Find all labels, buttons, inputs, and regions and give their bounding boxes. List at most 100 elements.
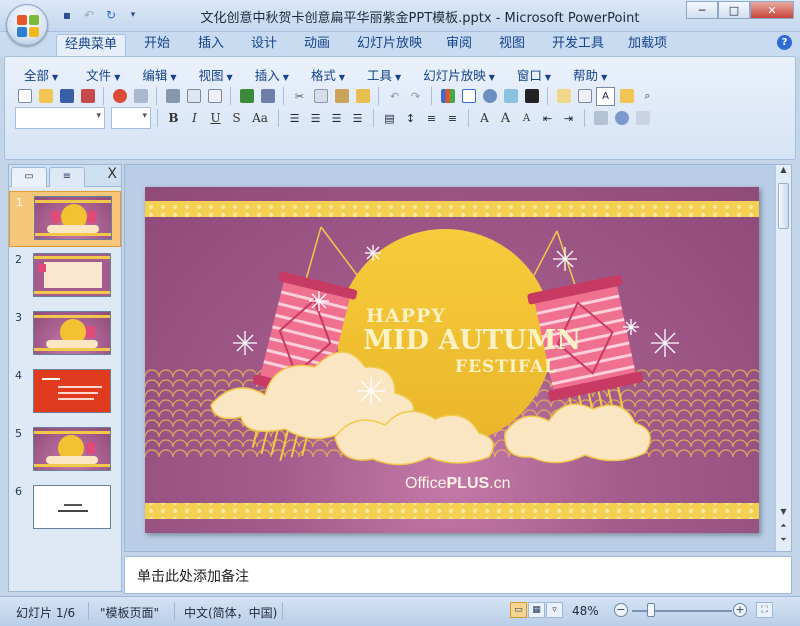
- previous-slide-icon[interactable]: ⏶: [776, 521, 791, 535]
- zoom-out-button[interactable]: −: [614, 603, 628, 617]
- bullets-icon[interactable]: ≡: [443, 109, 462, 128]
- increase-indent-icon[interactable]: ⇥: [559, 109, 578, 128]
- slideshow-view-button[interactable]: ▿: [546, 602, 563, 618]
- tab-review[interactable]: 审阅: [438, 34, 480, 56]
- menu-edit[interactable]: 编辑 ▼: [133, 63, 185, 86]
- new-icon[interactable]: [15, 87, 34, 106]
- align-right-icon[interactable]: ☰: [327, 109, 346, 128]
- tab-animation[interactable]: 动画: [296, 34, 338, 56]
- theme-name[interactable]: "模板页面": [100, 604, 159, 621]
- bold-button[interactable]: B: [164, 109, 183, 128]
- zoom-in-button[interactable]: +: [733, 603, 747, 617]
- font-size-combo[interactable]: [111, 107, 151, 129]
- slide-thumbnail[interactable]: 5: [9, 423, 121, 479]
- menu-view[interactable]: 视图 ▼: [190, 63, 242, 86]
- tab-classic-menu[interactable]: 经典菜单: [56, 34, 127, 56]
- tab-slides[interactable]: ▭: [11, 167, 47, 187]
- permission-icon[interactable]: [110, 87, 129, 106]
- scrollbar-thumb[interactable]: [778, 183, 789, 229]
- tab-design[interactable]: 设计: [243, 34, 285, 56]
- menu-format[interactable]: 格式 ▼: [302, 63, 354, 86]
- print-icon[interactable]: [163, 87, 182, 106]
- tab-developer[interactable]: 开发工具: [544, 34, 612, 56]
- grow-font-button[interactable]: A: [496, 109, 515, 128]
- menu-tools[interactable]: 工具 ▼: [358, 63, 410, 86]
- slide-thumbnail[interactable]: 2: [9, 249, 121, 305]
- columns-icon[interactable]: ▤: [380, 109, 399, 128]
- slide-sorter-button[interactable]: ▦: [528, 602, 545, 618]
- copy-icon[interactable]: [311, 87, 330, 106]
- color-icon[interactable]: [522, 87, 541, 106]
- numbering-icon[interactable]: ≡: [422, 109, 441, 128]
- decrease-indent-icon[interactable]: ⇤: [538, 109, 557, 128]
- maximize-button[interactable]: □: [718, 1, 750, 19]
- open-icon[interactable]: [36, 87, 55, 106]
- slide-canvas[interactable]: HAPPY MID AUTUMN FESTIFAL OfficePLUS.cn: [145, 187, 759, 533]
- slide-thumbnail[interactable]: 4: [9, 365, 121, 421]
- normal-view-button[interactable]: ▭: [510, 602, 527, 618]
- save-icon[interactable]: [57, 87, 76, 106]
- zoom-level[interactable]: 48%: [572, 604, 599, 618]
- tab-outline[interactable]: ≡: [49, 167, 85, 187]
- language-status[interactable]: 中文(简体，中国): [184, 604, 277, 621]
- tab-insert[interactable]: 插入: [190, 34, 232, 56]
- next-slide-icon[interactable]: ⏷: [776, 535, 791, 549]
- layout-icon[interactable]: [205, 87, 224, 106]
- scroll-up-icon[interactable]: ▲: [776, 165, 791, 179]
- underline-button[interactable]: U: [206, 109, 225, 128]
- minimize-button[interactable]: ─: [686, 1, 718, 19]
- office-button[interactable]: [6, 4, 48, 46]
- folder-icon[interactable]: [617, 87, 636, 106]
- paste-icon[interactable]: [332, 87, 351, 106]
- redo-icon[interactable]: ↷: [406, 87, 425, 106]
- new-slide-icon[interactable]: [554, 87, 573, 106]
- find-icon[interactable]: ⌕: [638, 87, 657, 106]
- line-spacing-icon[interactable]: ↕: [401, 109, 420, 128]
- vertical-scrollbar[interactable]: ▲ ▼ ⏶ ⏷: [775, 165, 791, 551]
- font-name-combo[interactable]: [15, 107, 105, 129]
- shape-fill-icon[interactable]: [633, 109, 652, 128]
- arrange-icon[interactable]: [591, 109, 610, 128]
- align-center-icon[interactable]: ☰: [306, 109, 325, 128]
- change-case-button[interactable]: Aa: [248, 109, 272, 128]
- menu-all[interactable]: 全部 ▼: [15, 63, 67, 86]
- slide-thumbnail[interactable]: 6: [9, 481, 121, 537]
- menu-slideshow[interactable]: 幻灯片放映 ▼: [414, 63, 504, 86]
- attach-icon[interactable]: [131, 87, 150, 106]
- shrink-font-button[interactable]: A: [517, 109, 536, 128]
- align-left-icon[interactable]: ☰: [285, 109, 304, 128]
- preview-icon[interactable]: [184, 87, 203, 106]
- help-icon[interactable]: ?: [777, 35, 792, 50]
- close-button[interactable]: ✕: [750, 1, 794, 19]
- scroll-down-icon[interactable]: ▼: [776, 507, 791, 521]
- menu-help[interactable]: 帮助 ▼: [564, 63, 616, 86]
- spelling-icon[interactable]: [237, 87, 256, 106]
- slide-thumbnail[interactable]: 1: [9, 191, 121, 247]
- table-icon[interactable]: [459, 87, 478, 106]
- hyperlink-icon[interactable]: [480, 87, 499, 106]
- research-icon[interactable]: [258, 87, 277, 106]
- undo-icon[interactable]: ↶: [385, 87, 404, 106]
- tab-home[interactable]: 开始: [136, 34, 178, 56]
- slide-thumbnail[interactable]: 3: [9, 307, 121, 363]
- chart-icon[interactable]: [438, 87, 457, 106]
- notes-pane[interactable]: 单击此处添加备注: [124, 556, 792, 594]
- shapes-icon[interactable]: [612, 109, 631, 128]
- close-pane-icon[interactable]: X: [107, 166, 117, 182]
- tab-view[interactable]: 视图: [491, 34, 533, 56]
- print-preview-icon[interactable]: [78, 87, 97, 106]
- shadow-button[interactable]: S: [227, 109, 246, 128]
- cut-icon[interactable]: ✂: [290, 87, 309, 106]
- italic-button[interactable]: I: [185, 109, 204, 128]
- fit-to-window-button[interactable]: ⛶: [756, 602, 773, 618]
- zoom-slider-knob[interactable]: [647, 603, 655, 617]
- slide-layout-icon[interactable]: [575, 87, 594, 106]
- picture-icon[interactable]: [501, 87, 520, 106]
- menu-insert[interactable]: 插入 ▼: [246, 63, 298, 86]
- menu-window[interactable]: 窗口 ▼: [508, 63, 560, 86]
- justify-icon[interactable]: ☰: [348, 109, 367, 128]
- text-box-icon[interactable]: A: [596, 86, 615, 106]
- tab-addins[interactable]: 加载项: [620, 34, 675, 56]
- font-color-button[interactable]: A: [475, 109, 494, 128]
- tab-slideshow[interactable]: 幻灯片放映: [349, 34, 430, 56]
